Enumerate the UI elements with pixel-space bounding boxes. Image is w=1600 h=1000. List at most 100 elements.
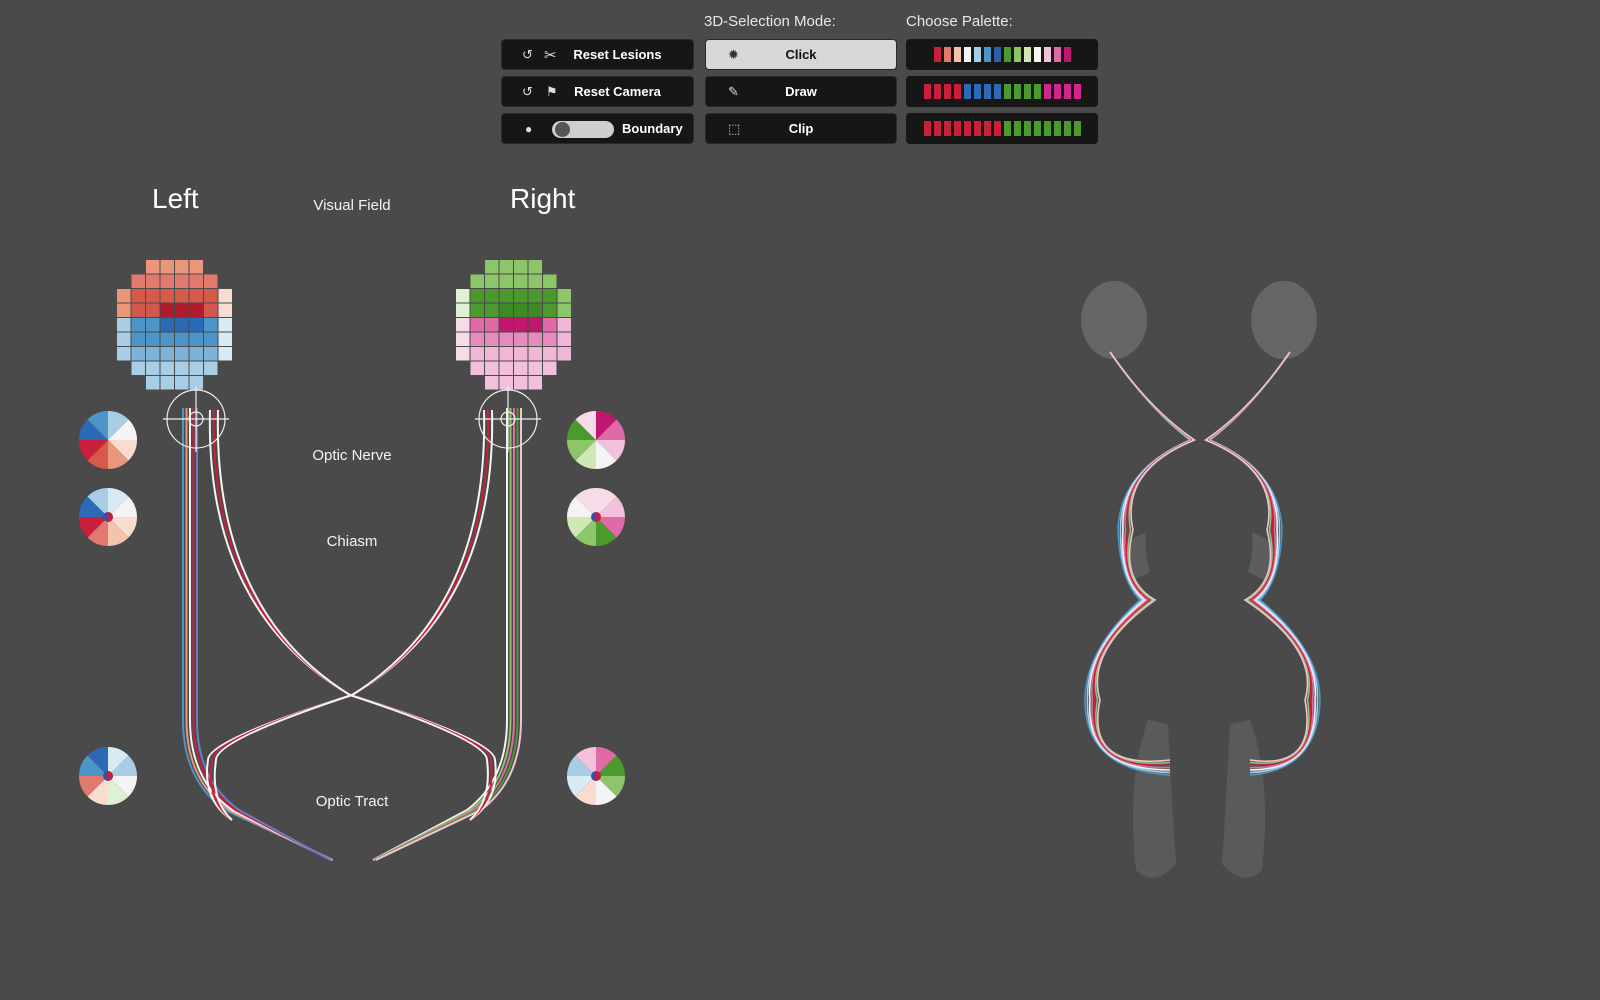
field-cell[interactable]: [543, 318, 557, 332]
field-cell[interactable]: [218, 289, 233, 303]
field-cell[interactable]: [131, 303, 146, 318]
field-cell[interactable]: [189, 274, 204, 289]
field-cell[interactable]: [456, 347, 470, 361]
field-cell[interactable]: [189, 318, 204, 332]
field-cell[interactable]: [175, 274, 189, 289]
field-cell[interactable]: [189, 289, 204, 303]
field-cell[interactable]: [175, 260, 189, 274]
field-cell[interactable]: [204, 347, 218, 361]
field-cell[interactable]: [456, 332, 470, 347]
field-cell[interactable]: [499, 318, 514, 332]
field-cell[interactable]: [131, 289, 146, 303]
field-cell[interactable]: [514, 274, 528, 289]
field-cell[interactable]: [528, 303, 543, 318]
field-cell[interactable]: [528, 332, 543, 347]
field-cell[interactable]: [528, 361, 543, 376]
field-cell[interactable]: [117, 347, 131, 361]
field-cell[interactable]: [204, 303, 218, 318]
field-cell[interactable]: [175, 303, 189, 318]
field-cell[interactable]: [456, 289, 470, 303]
field-cell[interactable]: [470, 289, 485, 303]
right-visual-field-grid[interactable]: [456, 260, 571, 390]
field-cell[interactable]: [485, 260, 499, 274]
field-cell[interactable]: [499, 361, 514, 376]
field-cell[interactable]: [543, 361, 557, 376]
field-cell[interactable]: [189, 361, 204, 376]
field-cell[interactable]: [499, 376, 514, 390]
field-cell[interactable]: [175, 289, 189, 303]
field-cell[interactable]: [146, 347, 160, 361]
field-cell[interactable]: [160, 303, 175, 318]
field-cell[interactable]: [218, 347, 233, 361]
field-cell[interactable]: [160, 347, 175, 361]
field-cell[interactable]: [160, 376, 175, 390]
field-cell[interactable]: [160, 289, 175, 303]
field-cell[interactable]: [146, 289, 160, 303]
field-cell[interactable]: [160, 274, 175, 289]
field-cell[interactable]: [218, 332, 233, 347]
field-cell[interactable]: [146, 361, 160, 376]
field-cell[interactable]: [117, 289, 131, 303]
field-cell[interactable]: [175, 318, 189, 332]
field-cell[interactable]: [499, 274, 514, 289]
field-cell[interactable]: [485, 274, 499, 289]
field-cell[interactable]: [175, 332, 189, 347]
field-cell[interactable]: [117, 303, 131, 318]
field-cell[interactable]: [189, 303, 204, 318]
field-cell[interactable]: [485, 361, 499, 376]
field-cell[interactable]: [514, 361, 528, 376]
field-cell[interactable]: [514, 289, 528, 303]
field-cell[interactable]: [543, 303, 557, 318]
field-cell[interactable]: [470, 318, 485, 332]
field-cell[interactable]: [160, 332, 175, 347]
field-cell[interactable]: [543, 289, 557, 303]
field-cell[interactable]: [528, 318, 543, 332]
field-cell[interactable]: [456, 318, 470, 332]
field-cell[interactable]: [485, 318, 499, 332]
field-cell[interactable]: [557, 289, 572, 303]
field-cell[interactable]: [131, 332, 146, 347]
field-cell[interactable]: [218, 318, 233, 332]
field-cell[interactable]: [189, 347, 204, 361]
field-cell[interactable]: [456, 303, 470, 318]
field-cell[interactable]: [117, 332, 131, 347]
field-cell[interactable]: [499, 303, 514, 318]
field-cell[interactable]: [485, 289, 499, 303]
field-cell[interactable]: [175, 376, 189, 390]
field-cell[interactable]: [514, 260, 528, 274]
field-cell[interactable]: [499, 260, 514, 274]
field-cell[interactable]: [117, 318, 131, 332]
field-cell[interactable]: [146, 260, 160, 274]
field-cell[interactable]: [543, 347, 557, 361]
field-cell[interactable]: [557, 318, 572, 332]
field-cell[interactable]: [146, 332, 160, 347]
field-cell[interactable]: [528, 376, 543, 390]
field-cell[interactable]: [189, 332, 204, 347]
field-cell[interactable]: [470, 274, 485, 289]
field-cell[interactable]: [160, 318, 175, 332]
field-cell[interactable]: [528, 347, 543, 361]
field-cell[interactable]: [557, 303, 572, 318]
left-visual-field-grid[interactable]: [117, 260, 232, 390]
field-cell[interactable]: [175, 347, 189, 361]
field-cell[interactable]: [499, 347, 514, 361]
field-cell[interactable]: [131, 361, 146, 376]
field-cell[interactable]: [204, 289, 218, 303]
field-cell[interactable]: [543, 274, 557, 289]
field-cell[interactable]: [470, 332, 485, 347]
field-cell[interactable]: [514, 318, 528, 332]
field-cell[interactable]: [514, 332, 528, 347]
field-cell[interactable]: [528, 289, 543, 303]
field-cell[interactable]: [189, 260, 204, 274]
field-cell[interactable]: [557, 332, 572, 347]
field-cell[interactable]: [514, 376, 528, 390]
field-cell[interactable]: [218, 303, 233, 318]
field-cell[interactable]: [528, 260, 543, 274]
field-cell[interactable]: [204, 361, 218, 376]
field-cell[interactable]: [499, 332, 514, 347]
field-cell[interactable]: [543, 332, 557, 347]
field-cell[interactable]: [204, 332, 218, 347]
field-cell[interactable]: [146, 274, 160, 289]
field-cell[interactable]: [485, 376, 499, 390]
field-cell[interactable]: [499, 289, 514, 303]
